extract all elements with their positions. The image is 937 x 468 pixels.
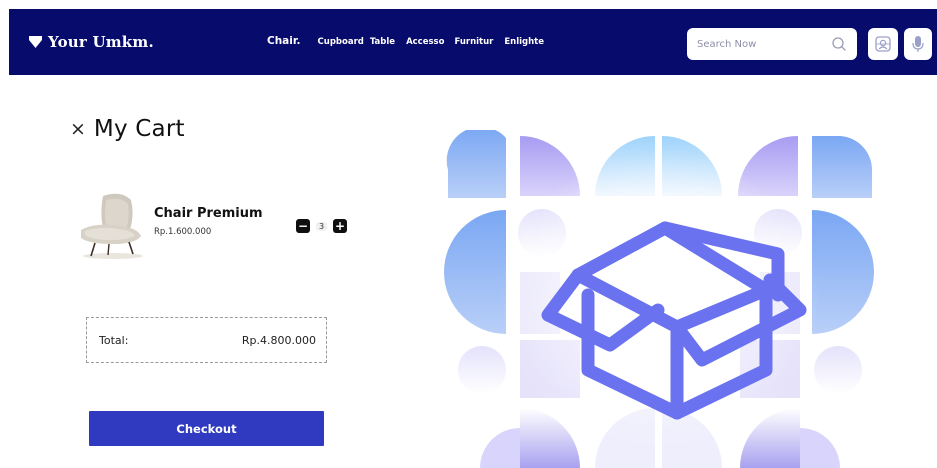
quantity-value: 3 — [316, 221, 327, 231]
shield-logo-icon — [29, 36, 42, 48]
search-bar — [687, 28, 857, 60]
voice-search-button[interactable] — [904, 28, 932, 60]
total-label: Total: — [99, 333, 129, 347]
product-name[interactable]: Chair Premium — [154, 206, 263, 221]
chair-product-image[interactable] — [75, 188, 150, 260]
category-nav: Chair. Cupboard Table Accesso Furnitur E… — [267, 35, 544, 47]
brand-name: Your Umkm. — [48, 33, 154, 51]
page-title: My Cart — [93, 116, 185, 142]
cart-item: Chair Premium Rp.1.600.000 − 3 + — [75, 188, 375, 263]
nav-link-table[interactable]: Table — [370, 37, 395, 47]
search-input[interactable] — [697, 38, 817, 50]
nav-link-enlighten[interactable]: Enlighte — [504, 37, 544, 47]
cart-header: × My Cart — [70, 116, 185, 142]
face-scan-icon — [875, 36, 891, 52]
top-navbar: Your Umkm. Chair. Cupboard Table Accesso… — [9, 9, 937, 75]
face-scan-button[interactable] — [868, 28, 898, 60]
microphone-icon — [912, 36, 924, 52]
total-summary: Total: Rp.4.800.000 — [86, 317, 327, 363]
search-icon[interactable] — [831, 36, 847, 52]
close-icon[interactable]: × — [70, 119, 86, 139]
checkout-button[interactable]: Checkout — [89, 411, 324, 446]
nav-link-furniture[interactable]: Furnitur — [454, 37, 493, 47]
product-price: Rp.1.600.000 — [154, 227, 212, 237]
nav-link-chair[interactable]: Chair. — [267, 35, 301, 47]
quantity-stepper: − 3 + — [296, 219, 347, 233]
decrease-quantity-button[interactable]: − — [296, 219, 310, 233]
nav-link-cupboard[interactable]: Cupboard — [318, 37, 364, 47]
empty-box-illustration — [444, 130, 874, 468]
total-value: Rp.4.800.000 — [241, 333, 316, 347]
increase-quantity-button[interactable]: + — [333, 219, 347, 233]
nav-link-accessories[interactable]: Accesso — [406, 37, 444, 47]
brand-logo[interactable]: Your Umkm. — [29, 33, 154, 51]
